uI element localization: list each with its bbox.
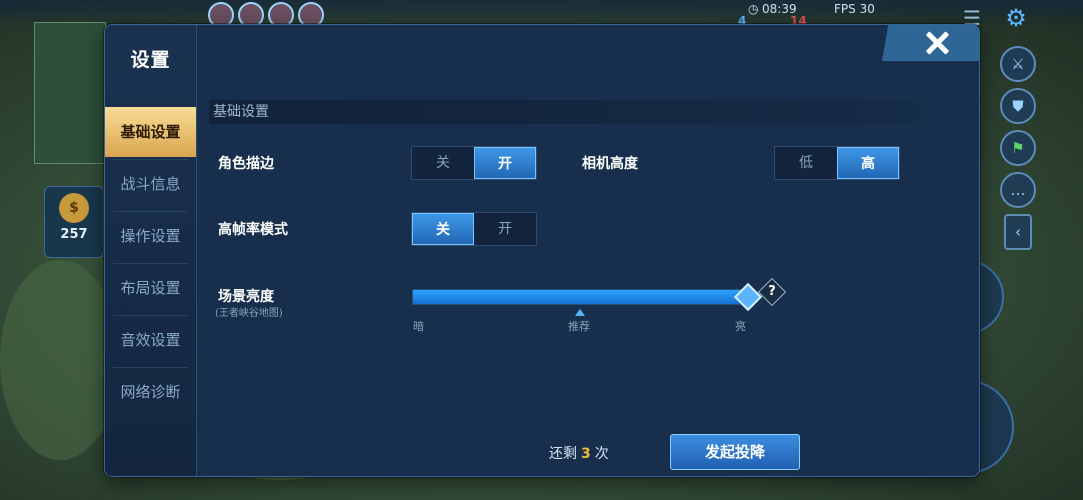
high-fps-on-option[interactable]: 开 (474, 213, 536, 245)
brightness-slider-track[interactable] (412, 289, 750, 305)
surrender-button[interactable]: 发起投降 (670, 434, 800, 470)
high-fps-off-option[interactable]: 关 (412, 213, 474, 245)
fps-readout: FPS 30 (834, 2, 875, 16)
sidebar-item-controls[interactable]: 操作设置 (105, 211, 196, 261)
dialog-title: 设置 (130, 49, 171, 71)
outline-on-option[interactable]: 开 (474, 147, 536, 179)
high-fps-toggle: 关 开 (411, 212, 537, 246)
sword-icon[interactable]: ⚔ (1000, 46, 1036, 82)
outline-off-option[interactable]: 关 (412, 147, 474, 179)
section-header: 基础设置 (209, 100, 953, 124)
brightness-slider-fill (413, 290, 749, 304)
camera-high-option[interactable]: 高 (837, 147, 899, 179)
tick-bright: 亮 (735, 320, 746, 333)
shop-button[interactable]: $ 257 (44, 186, 104, 258)
surrender-remaining: 还剩 3 次 (549, 443, 609, 463)
sidebar-item-audio[interactable]: 音效设置 (105, 315, 196, 365)
remaining-suffix: 次 (594, 446, 609, 462)
shield-icon[interactable]: ⛊ (1000, 88, 1036, 124)
gold-amount: 257 (60, 227, 88, 242)
flag-icon[interactable]: ⚑ (1000, 130, 1036, 166)
recommend-marker-icon (575, 309, 585, 316)
remaining-prefix: 还剩 (549, 446, 577, 462)
sidebar-item-basic[interactable]: 基础设置 (105, 107, 196, 157)
expand-arrow-icon[interactable]: ‹ (1004, 214, 1032, 250)
brightness-slider-handle[interactable] (733, 282, 763, 312)
camera-height-toggle: 低 高 (774, 146, 900, 180)
brightness-sublabel: (王者峡谷地图) (215, 308, 283, 319)
gold-bag-icon: $ (59, 193, 89, 223)
help-glyph: ? (768, 284, 776, 299)
camera-low-option[interactable]: 低 (775, 147, 837, 179)
sidebar-item-layout[interactable]: 布局设置 (105, 263, 196, 313)
chat-icon[interactable]: … (1000, 172, 1036, 208)
camera-height-label: 相机高度 (582, 156, 638, 172)
help-question-icon[interactable]: ? (757, 277, 787, 307)
sidebar-item-combat-info[interactable]: 战斗信息 (105, 159, 196, 209)
tick-recommend: 推荐 (568, 320, 590, 333)
brightness-label: 场景亮度 (218, 289, 274, 305)
clock-icon: ◷ (748, 2, 759, 16)
settings-gear-icon[interactable]: ⚙ (1000, 2, 1032, 34)
high-fps-label: 高帧率模式 (218, 222, 288, 238)
outline-label: 角色描边 (218, 156, 274, 172)
minimap[interactable] (34, 22, 106, 164)
outline-toggle: 关 开 (411, 146, 537, 180)
tick-dark: 暗 (413, 320, 424, 333)
settings-dialog: 设置 基础设置 战斗信息 操作设置 布局设置 音效设置 网络诊断 基础设置 角色… (104, 24, 980, 477)
sidebar-item-network[interactable]: 网络诊断 (105, 367, 196, 417)
remaining-count: 3 (581, 446, 591, 462)
settings-content: 基础设置 角色描边 关 开 相机高度 低 高 高帧率模式 关 开 场景亮度 (王… (197, 25, 979, 476)
terrain-patch (0, 260, 120, 460)
settings-sidebar: 设置 基础设置 战斗信息 操作设置 布局设置 音效设置 网络诊断 (105, 25, 197, 476)
